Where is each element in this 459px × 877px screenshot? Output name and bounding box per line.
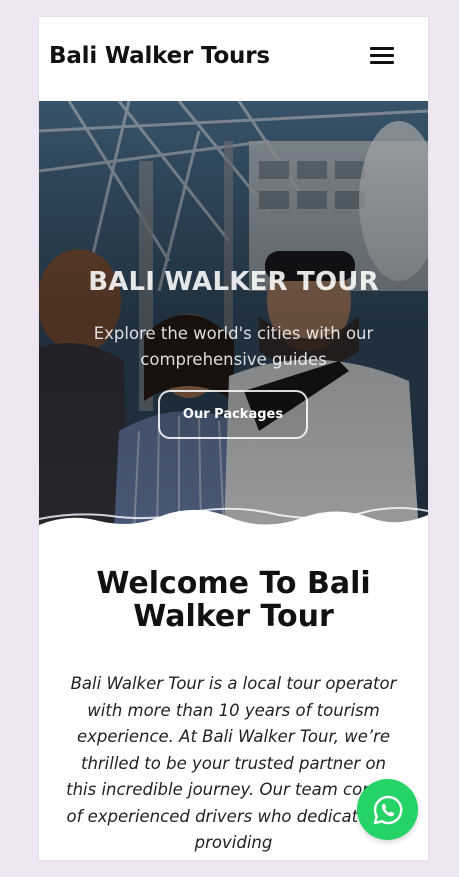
hero-photo bbox=[39, 101, 428, 533]
site-brand[interactable]: Bali Walker Tours bbox=[49, 43, 270, 69]
hero-title: BALI WALKER TOUR bbox=[88, 267, 379, 297]
our-packages-button[interactable]: Our Packages bbox=[158, 390, 308, 439]
hero-subtitle: Explore the world's cities with our comp… bbox=[93, 324, 374, 369]
hamburger-menu-icon[interactable] bbox=[368, 44, 396, 66]
welcome-heading: Welcome To Bali Walker Tour bbox=[96, 566, 371, 634]
hero-section: BALI WALKER TOUR Explore the world's cit… bbox=[39, 101, 428, 533]
about-paragraph: Bali Walker Tour is a local tour operato… bbox=[66, 674, 401, 852]
page-frame: Bali Walker Tours BALI WALKER TOUR Explo… bbox=[39, 17, 428, 860]
whatsapp-icon bbox=[373, 795, 402, 824]
site-header: Bali Walker Tours bbox=[39, 17, 428, 101]
whatsapp-button[interactable] bbox=[357, 779, 418, 840]
